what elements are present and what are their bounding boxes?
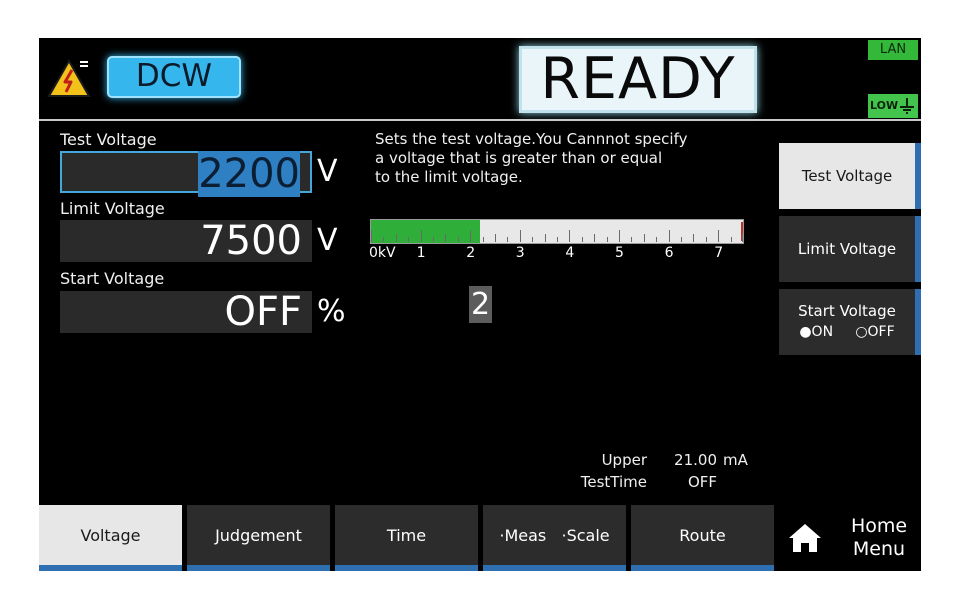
home-label-line-2: Menu (852, 538, 906, 560)
low-label: LOW (870, 99, 899, 112)
tab-meas-scale[interactable]: ·Meas ·Scale (483, 505, 626, 571)
voltage-bar-tick (383, 237, 385, 242)
voltage-bar-tick (594, 234, 596, 242)
limit-voltage-unit: V (317, 223, 338, 258)
voltage-scale-label: 7 (714, 245, 724, 261)
start-voltage-unit: % (317, 294, 346, 329)
voltage-bar (370, 219, 744, 244)
voltage-bar-tick (507, 237, 509, 242)
side-key-start-voltage-label: Start Voltage (798, 302, 896, 320)
upper-label: Upper (601, 451, 647, 469)
help-line-1: Sets the test voltage.You Cannnot specif… (375, 130, 688, 148)
voltage-bar-tick (656, 237, 658, 242)
help-line-3: to the limit voltage. (375, 168, 523, 186)
low-ground-indicator: LOW (868, 94, 918, 118)
test-mode-badge: DCW (107, 56, 241, 98)
test-voltage-unit: V (317, 154, 338, 189)
tab-judgement[interactable]: Judgement (187, 505, 330, 571)
voltage-bar-tick (519, 230, 521, 242)
voltage-bar-tick (693, 234, 695, 242)
voltage-bar-tick (408, 237, 410, 242)
voltage-bar-tick (445, 234, 447, 242)
limit-voltage-value: 7500 (200, 218, 302, 264)
voltage-bar-tick (643, 234, 645, 242)
limit-voltage-label: Limit Voltage (60, 199, 165, 218)
radio-on-label: ON (811, 324, 834, 340)
voltage-bar-tick (557, 237, 558, 242)
help-text: Sets the test voltage.You Cannnot specif… (375, 130, 755, 187)
limit-voltage-field[interactable]: 7500 (60, 220, 312, 262)
voltage-bar-tick (544, 234, 546, 242)
header-divider (39, 119, 921, 121)
side-key-start-voltage[interactable]: Start Voltage ●ON ○OFF (779, 289, 921, 355)
home-menu-button[interactable]: Home Menu (779, 505, 921, 571)
radio-off-label: OFF (867, 324, 895, 340)
voltage-bar-tick (482, 237, 484, 242)
voltage-scale-label: 1 (416, 245, 426, 261)
voltage-scale-label: 0kV (369, 245, 396, 261)
voltage-scale-label: 5 (615, 245, 624, 261)
help-line-2: a voltage that is greater than or equal (375, 149, 663, 167)
radio-on-icon: ● (799, 324, 812, 340)
start-voltage-label: Start Voltage (60, 269, 165, 288)
testtime-value: OFF (687, 473, 717, 491)
voltage-bar-tick (619, 230, 620, 242)
voltage-scale-label: 6 (664, 245, 674, 261)
tab-scale-label: ·Scale (561, 526, 610, 545)
voltage-bar-tick (581, 237, 583, 242)
ground-icon (900, 98, 914, 114)
upper-value: 21.00 (674, 451, 717, 469)
test-voltage-field[interactable]: 2200 (60, 151, 312, 197)
start-voltage-radio-row: ●ON ○OFF (779, 323, 915, 342)
voltage-bar-tick (730, 237, 732, 242)
home-icon (789, 524, 821, 552)
tab-voltage[interactable]: Voltage (39, 505, 182, 571)
voltage-bar-tick (395, 234, 397, 242)
voltage-bar-tick (470, 230, 472, 242)
side-key-limit-voltage[interactable]: Limit Voltage (779, 216, 921, 282)
voltage-scale-label: 3 (515, 245, 525, 261)
voltage-bar-tick (606, 237, 608, 242)
voltage-bar-tick (532, 237, 534, 242)
voltage-bar-tick (371, 230, 372, 242)
voltage-bar-tick (420, 230, 422, 242)
voltage-bar-tick (742, 234, 743, 242)
home-menu-label: Home Menu (843, 515, 915, 561)
testtime-label: TestTime (580, 473, 647, 491)
voltage-bar-tick (569, 230, 571, 242)
device-screen: DCW READY LAN LOW Test Voltage 2200 V Li… (39, 38, 921, 571)
voltage-bar-fill (371, 220, 481, 243)
voltage-bar-tick (457, 237, 459, 242)
voltage-bar-tick (668, 230, 670, 242)
voltage-bar-tick (495, 234, 496, 242)
voltage-bar-tick (631, 237, 633, 242)
voltage-bar-tick (718, 230, 720, 242)
test-voltage-value: 2200 (198, 151, 300, 197)
voltage-bar-tick (433, 237, 434, 242)
voltage-scale-label: 2 (466, 245, 476, 261)
voltage-bar-tick (705, 237, 707, 242)
tab-meas-label: ·Meas (499, 526, 547, 545)
voltage-scale-label: 4 (565, 245, 575, 261)
start-voltage-value: OFF (224, 289, 303, 335)
test-voltage-label: Test Voltage (60, 130, 157, 149)
tab-time[interactable]: Time (335, 505, 478, 571)
home-label-line-1: Home (850, 515, 908, 537)
voltage-bar-tick (681, 237, 682, 242)
side-key-test-voltage[interactable]: Test Voltage (779, 143, 921, 209)
start-voltage-field[interactable]: OFF (60, 291, 312, 333)
cursor-digit: 2 (469, 286, 492, 323)
tab-route[interactable]: Route (631, 505, 774, 571)
radio-off-icon: ○ (855, 324, 868, 340)
lan-indicator: LAN (868, 40, 918, 60)
high-voltage-warning-icon (47, 58, 91, 97)
status-display: READY (519, 46, 757, 113)
upper-unit: mA (723, 451, 748, 469)
